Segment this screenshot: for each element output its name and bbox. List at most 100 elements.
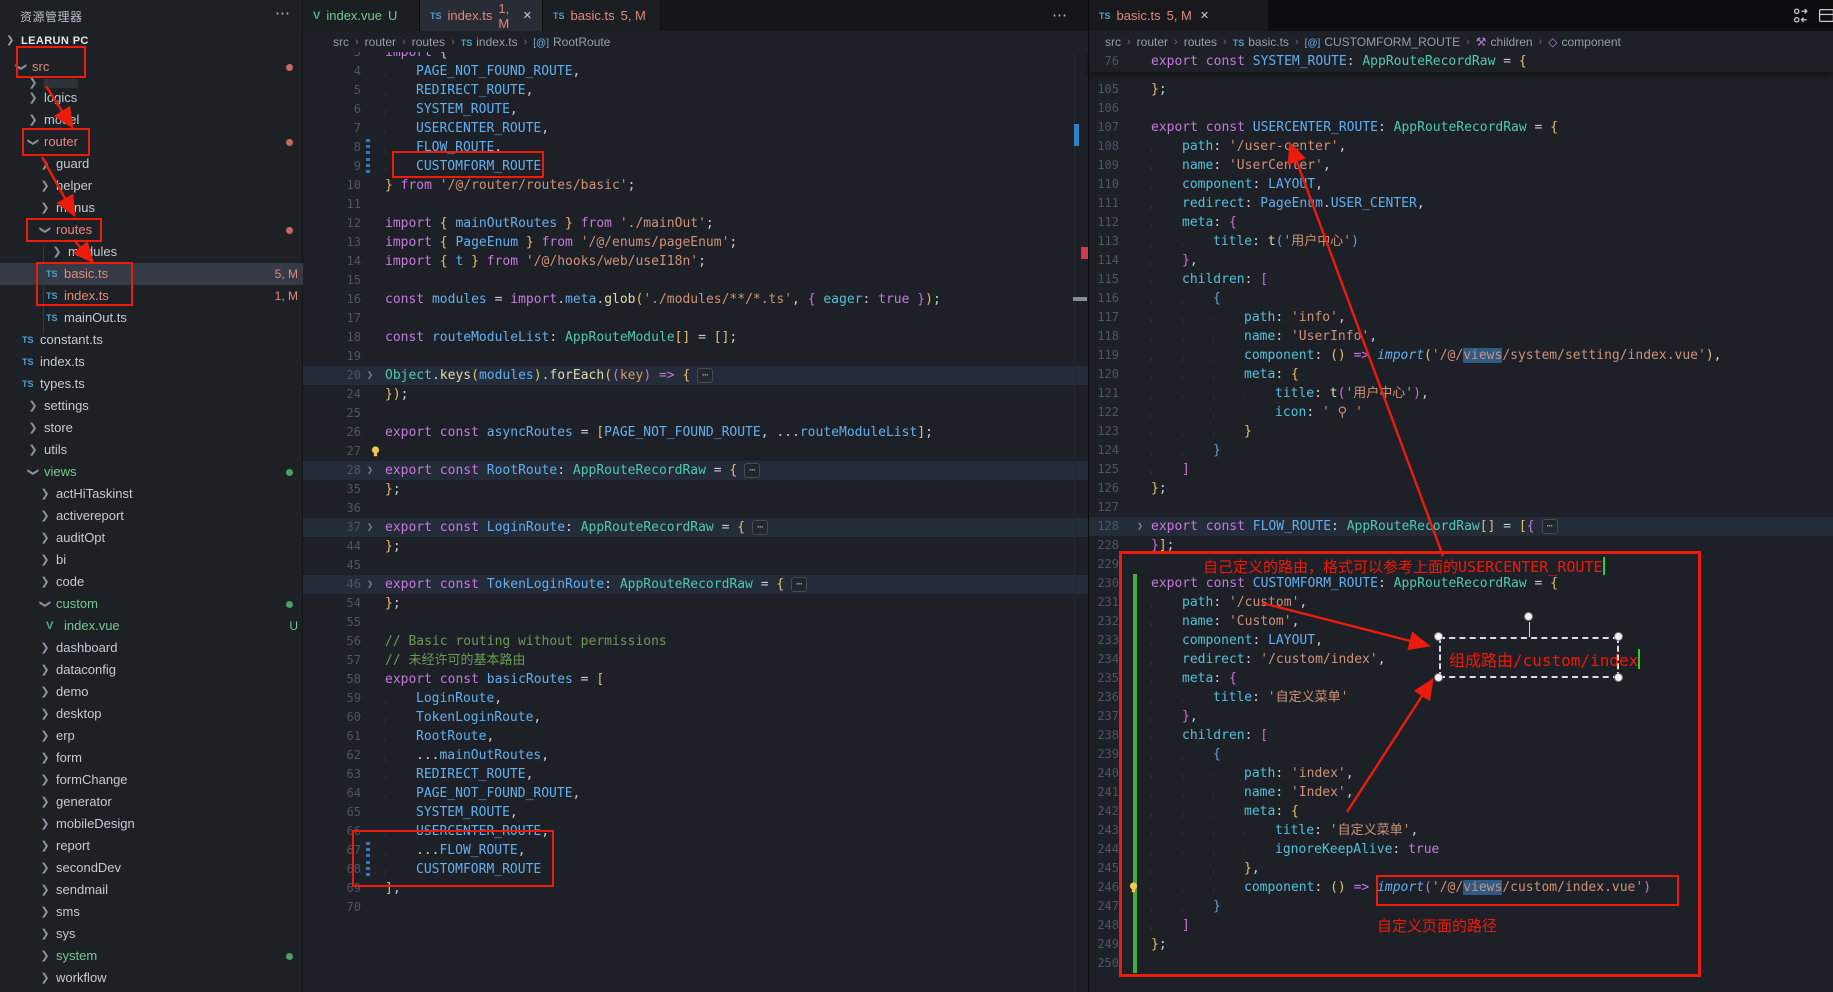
sidebar-item-mainOut.ts[interactable]: TSmainOut.ts bbox=[0, 307, 303, 329]
code-line-111[interactable]: 111redirect: PageEnum.USER_CENTER, bbox=[1089, 194, 1833, 213]
code-line-46[interactable]: 46❯export const TokenLoginRoute: AppRout… bbox=[303, 575, 1088, 594]
code-line-11[interactable]: 11 bbox=[303, 195, 1088, 214]
tab-basic.ts[interactable]: TSbasic.ts5, M bbox=[543, 0, 661, 31]
split-layout-icon[interactable] bbox=[1818, 7, 1833, 24]
sidebar-item-formChange[interactable]: ❯formChange bbox=[0, 769, 303, 791]
code-line-105[interactable]: 105}; bbox=[1089, 80, 1833, 99]
sidebar-item-store[interactable]: ❯store bbox=[0, 417, 303, 439]
code-line-17[interactable]: 17 bbox=[303, 309, 1088, 328]
folded-region-ellipsis[interactable]: ⋯ bbox=[791, 577, 807, 592]
code-line-37[interactable]: 37❯export const LoginRoute: AppRouteReco… bbox=[303, 518, 1088, 537]
code-line-25[interactable]: 25 bbox=[303, 404, 1088, 423]
code-line-27[interactable]: 27 bbox=[303, 442, 1088, 461]
code-line-128[interactable]: 128❯export const FLOW_ROUTE: AppRouteRec… bbox=[1089, 517, 1833, 536]
breadcrumb-item-routes[interactable]: routes bbox=[1184, 35, 1217, 49]
folded-region-ellipsis[interactable]: ⋯ bbox=[752, 520, 768, 535]
lightbulb-icon[interactable] bbox=[369, 445, 382, 458]
sidebar-item-sys[interactable]: ❯sys bbox=[0, 923, 303, 945]
sidebar-item-actHiTaskinst[interactable]: ❯actHiTaskinst bbox=[0, 483, 303, 505]
breadcrumb-item-src[interactable]: src bbox=[333, 35, 349, 49]
code-line-16[interactable]: 16const modules = import.meta.glob('./mo… bbox=[303, 290, 1088, 309]
sidebar-item-custom[interactable]: ❯custom bbox=[0, 593, 303, 615]
explorer-more-icon[interactable]: ⋯ bbox=[275, 4, 290, 22]
code-line-36[interactable]: 36 bbox=[303, 499, 1088, 518]
sidebar-item-sendmail[interactable]: ❯sendmail bbox=[0, 879, 303, 901]
code-line-60[interactable]: 60TokenLoginRoute, bbox=[303, 708, 1088, 727]
code-line-54[interactable]: 54}; bbox=[303, 594, 1088, 613]
breadcrumb-item-router[interactable]: router bbox=[1137, 35, 1168, 49]
code-line-7[interactable]: 7USERCENTER_ROUTE, bbox=[303, 119, 1088, 138]
breadcrumb-item-component[interactable]: ◇component bbox=[1548, 35, 1621, 49]
sidebar-item-views[interactable]: ❯views bbox=[0, 461, 303, 483]
close-icon[interactable]: ✕ bbox=[1200, 9, 1209, 22]
sidebar-item-guard[interactable]: ❯guard bbox=[0, 153, 303, 175]
sidebar-item-logics[interactable]: ❯logics bbox=[0, 87, 303, 109]
code-line-12[interactable]: 12import { mainOutRoutes } from './mainO… bbox=[303, 214, 1088, 233]
sidebar-item-settings[interactable]: ❯settings bbox=[0, 395, 303, 417]
sidebar-item-generator[interactable]: ❯generator bbox=[0, 791, 303, 813]
overview-ruler[interactable] bbox=[1074, 52, 1088, 992]
code-line-57[interactable]: 57// 未经许可的基本路由 bbox=[303, 651, 1088, 670]
sidebar-item-system[interactable]: ❯system bbox=[0, 945, 303, 967]
code-line-18[interactable]: 18const routeModuleList: AppRouteModule[… bbox=[303, 328, 1088, 347]
code-line-45[interactable]: 45 bbox=[303, 556, 1088, 575]
fold-chevron-icon[interactable]: ❯ bbox=[367, 575, 373, 594]
sidebar-item-report[interactable]: ❯report bbox=[0, 835, 303, 857]
tab-index.vue[interactable]: Vindex.vueU bbox=[303, 0, 420, 31]
folded-region-ellipsis[interactable]: ⋯ bbox=[697, 368, 713, 383]
compare-changes-icon[interactable] bbox=[1793, 7, 1810, 24]
breadcrumb-item-routes[interactable]: routes bbox=[412, 35, 445, 49]
resize-handle[interactable] bbox=[1434, 673, 1443, 682]
code-line-10[interactable]: 10} from '/@/router/routes/basic'; bbox=[303, 176, 1088, 195]
code-line-61[interactable]: 61RootRoute, bbox=[303, 727, 1088, 746]
code-line-123[interactable]: 123} bbox=[1089, 422, 1833, 441]
sidebar-item-demo[interactable]: ❯demo bbox=[0, 681, 303, 703]
folded-region-ellipsis[interactable]: ⋯ bbox=[744, 463, 760, 478]
code-line-117[interactable]: 117path: 'info', bbox=[1089, 308, 1833, 327]
sidebar-item-utils[interactable]: ❯utils bbox=[0, 439, 303, 461]
code-line-115[interactable]: 115children: [ bbox=[1089, 270, 1833, 289]
breadcrumb-item-router[interactable]: router bbox=[365, 35, 396, 49]
code-line-127[interactable]: 127 bbox=[1089, 498, 1833, 517]
sidebar-item-workflow[interactable]: ❯workflow bbox=[0, 967, 303, 989]
rotation-handle[interactable] bbox=[1524, 612, 1533, 621]
code-line-109[interactable]: 109name: 'UserCenter', bbox=[1089, 156, 1833, 175]
sidebar-item-index.ts[interactable]: TSindex.ts bbox=[0, 351, 303, 373]
folded-region-ellipsis[interactable]: ⋯ bbox=[1542, 519, 1558, 534]
code-line-112[interactable]: 112meta: { bbox=[1089, 213, 1833, 232]
sidebar-item-code[interactable]: ❯code bbox=[0, 571, 303, 593]
sidebar-item-dashboard[interactable]: ❯dashboard bbox=[0, 637, 303, 659]
breadcrumb-item-RootRoute[interactable]: [@]RootRoute bbox=[533, 35, 610, 49]
code-line-108[interactable]: 108path: '/user-center', bbox=[1089, 137, 1833, 156]
sticky-scroll-line[interactable]: 76export const SYSTEM_ROUTE: AppRouteRec… bbox=[1089, 52, 1833, 72]
sidebar-item-constant.ts[interactable]: TSconstant.ts bbox=[0, 329, 303, 351]
resize-handle[interactable] bbox=[1614, 673, 1623, 682]
code-line-124[interactable]: 124} bbox=[1089, 441, 1833, 460]
sidebar-item-types.ts[interactable]: TStypes.ts bbox=[0, 373, 303, 395]
code-line-13[interactable]: 13import { PageEnum } from '/@/enums/pag… bbox=[303, 233, 1088, 252]
code-line-4[interactable]: 4PAGE_NOT_FOUND_ROUTE, bbox=[303, 62, 1088, 81]
code-line-65[interactable]: 65SYSTEM_ROUTE, bbox=[303, 803, 1088, 822]
code-line-110[interactable]: 110component: LAYOUT, bbox=[1089, 175, 1833, 194]
close-icon[interactable]: ✕ bbox=[523, 9, 532, 22]
sidebar-item-secondDev[interactable]: ❯secondDev bbox=[0, 857, 303, 879]
code-line-122[interactable]: 122icon: ' ⚲ ' bbox=[1089, 403, 1833, 422]
code-line-63[interactable]: 63REDIRECT_ROUTE, bbox=[303, 765, 1088, 784]
code-line-116[interactable]: 116{ bbox=[1089, 289, 1833, 308]
sidebar-item-desktop[interactable]: ❯desktop bbox=[0, 703, 303, 725]
code-line-121[interactable]: 121title: t('用户中心'), bbox=[1089, 384, 1833, 403]
tab-index.ts[interactable]: TSindex.ts1, M✕ bbox=[420, 0, 543, 31]
code-line-58[interactable]: 58export const basicRoutes = [ bbox=[303, 670, 1088, 689]
fold-chevron-icon[interactable]: ❯ bbox=[367, 518, 373, 537]
code-line-64[interactable]: 64PAGE_NOT_FOUND_ROUTE, bbox=[303, 784, 1088, 803]
code-line-118[interactable]: 118name: 'UserInfo', bbox=[1089, 327, 1833, 346]
code-line-56[interactable]: 56// Basic routing without permissions bbox=[303, 632, 1088, 651]
code-line-5[interactable]: 5REDIRECT_ROUTE, bbox=[303, 81, 1088, 100]
code-line-125[interactable]: 125] bbox=[1089, 460, 1833, 479]
code-line-35[interactable]: 35}; bbox=[303, 480, 1088, 499]
code-line-113[interactable]: 113title: t('用户中心') bbox=[1089, 232, 1833, 251]
sidebar-item-bi[interactable]: ❯bi bbox=[0, 549, 303, 571]
code-line-28[interactable]: 28❯export const RootRoute: AppRouteRecor… bbox=[303, 461, 1088, 480]
code-line-20[interactable]: 20❯Object.keys(modules).forEach((key) =>… bbox=[303, 366, 1088, 385]
code-line-107[interactable]: 107export const USERCENTER_ROUTE: AppRou… bbox=[1089, 118, 1833, 137]
